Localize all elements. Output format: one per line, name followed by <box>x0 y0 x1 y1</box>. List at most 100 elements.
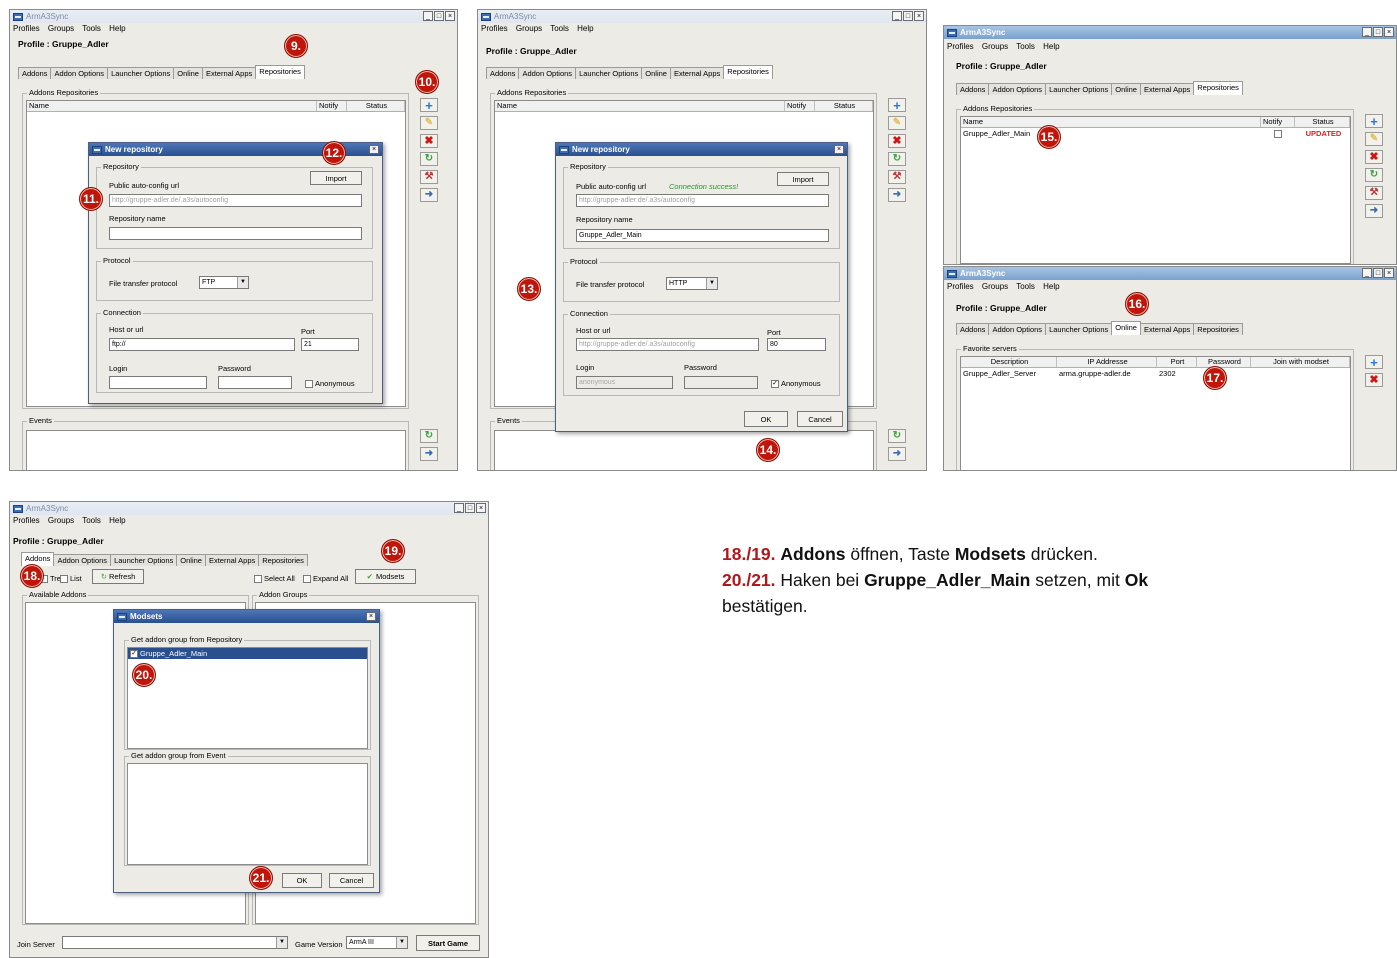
tab-external-apps[interactable]: External Apps <box>1139 323 1195 335</box>
upload-icon[interactable]: ➜ <box>1365 204 1383 218</box>
delete-icon[interactable]: ✖ <box>420 134 438 148</box>
menu-profiles[interactable]: Profiles <box>947 42 974 51</box>
tab-online[interactable]: Online <box>1111 83 1141 95</box>
login-field[interactable]: anonymous <box>576 376 673 389</box>
upload-icon[interactable]: ➜ <box>420 188 438 202</box>
dialog-close-icon[interactable]: × <box>366 612 376 621</box>
password-field[interactable] <box>684 376 758 389</box>
tab-addon-options[interactable]: Addon Options <box>50 67 109 79</box>
notify-checkbox[interactable] <box>1274 130 1282 139</box>
menu-profiles[interactable]: Profiles <box>947 282 974 291</box>
modsets-cancel-button[interactable]: Cancel <box>329 873 374 888</box>
edit-icon[interactable]: ✎ <box>420 116 438 130</box>
menu-profiles[interactable]: Profiles <box>13 516 40 525</box>
col-notify[interactable]: Notify <box>1261 117 1295 127</box>
tab-addon-options[interactable]: Addon Options <box>518 67 577 79</box>
tab-external-apps[interactable]: External Apps <box>201 67 257 79</box>
list-item[interactable]: ✓ Gruppe_Adler_Main <box>128 648 367 659</box>
title-bar[interactable]: ArmA3Sync _ □ × <box>10 10 457 23</box>
table-row[interactable]: Gruppe_Adler_Main UPDATED <box>961 128 1350 139</box>
events-upload-icon[interactable]: ➜ <box>420 447 438 461</box>
sync-icon[interactable]: ↻ <box>888 152 906 166</box>
protocol-select[interactable]: HTTP ▼ <box>666 277 718 290</box>
tab-addons[interactable]: Addons <box>956 323 990 335</box>
title-bar[interactable]: ArmA3Sync _ □ × <box>10 502 488 515</box>
menu-help[interactable]: Help <box>109 24 125 33</box>
tab-repositories[interactable]: Repositories <box>1193 323 1243 335</box>
select-all-option[interactable]: Select All <box>254 574 295 584</box>
modsets-ok-button[interactable]: OK <box>282 873 322 888</box>
dialog-title-bar[interactable]: New repository <box>556 143 847 156</box>
menu-help[interactable]: Help <box>1043 282 1059 291</box>
tab-addon-options[interactable]: Addon Options <box>53 554 112 566</box>
maximize-icon[interactable]: □ <box>1373 27 1383 37</box>
url-field[interactable]: http://gruppe-adler.de/.a3s/autoconfig <box>576 194 829 207</box>
tab-addons[interactable]: Addons <box>18 67 52 79</box>
tab-online[interactable]: Online <box>176 554 206 566</box>
tools-icon[interactable]: ⚒ <box>420 170 438 184</box>
table-row[interactable]: Gruppe_Adler_Server arma.gruppe-adler.de… <box>961 368 1350 379</box>
repo-name-field[interactable] <box>109 227 362 240</box>
col-port[interactable]: Port <box>1157 357 1197 367</box>
col-name[interactable]: Name <box>961 117 1261 127</box>
repo-addon-list[interactable]: ✓ Gruppe_Adler_Main <box>127 647 368 749</box>
game-version-select[interactable]: ArmA III ▼ <box>346 936 408 949</box>
dialog-close-icon[interactable]: × <box>834 145 844 154</box>
import-button[interactable]: Import <box>777 172 829 186</box>
col-name[interactable]: Name <box>27 101 317 111</box>
col-status[interactable]: Status <box>815 101 873 111</box>
tab-addon-options[interactable]: Addon Options <box>988 83 1047 95</box>
tab-addon-options[interactable]: Addon Options <box>988 323 1047 335</box>
menu-help[interactable]: Help <box>109 516 125 525</box>
delete-icon[interactable]: ✖ <box>888 134 906 148</box>
close-icon[interactable]: × <box>445 11 455 21</box>
modsets-title-bar[interactable]: Modsets <box>114 610 379 623</box>
tab-launcher-options[interactable]: Launcher Options <box>575 67 643 79</box>
event-addon-list[interactable] <box>127 763 368 865</box>
maximize-icon[interactable]: □ <box>465 503 475 513</box>
tools-icon[interactable]: ⚒ <box>1365 186 1383 200</box>
menu-groups[interactable]: Groups <box>48 24 74 33</box>
menu-groups[interactable]: Groups <box>982 42 1008 51</box>
menu-tools[interactable]: Tools <box>82 516 101 525</box>
modsets-button[interactable]: ✔ Modsets <box>355 569 416 584</box>
menu-help[interactable]: Help <box>1043 42 1059 51</box>
menu-profiles[interactable]: Profiles <box>481 24 508 33</box>
port-field[interactable]: 80 <box>767 338 826 351</box>
close-icon[interactable]: × <box>1384 268 1394 278</box>
list-option[interactable]: List <box>60 574 82 584</box>
minimize-icon[interactable]: _ <box>423 11 433 21</box>
maximize-icon[interactable]: □ <box>903 11 913 21</box>
expand-all-option[interactable]: Expand All <box>303 574 348 584</box>
menu-tools[interactable]: Tools <box>550 24 569 33</box>
start-game-button[interactable]: Start Game <box>416 935 480 951</box>
tab-repositories[interactable]: Repositories <box>723 65 773 79</box>
repositories-table[interactable]: Name Notify Status Gruppe_Adler_Main UPD… <box>960 116 1351 264</box>
url-field[interactable]: http://gruppe-adler.de/.a3s/autoconfig <box>109 194 362 207</box>
repo-item-checkbox[interactable]: ✓ <box>130 650 138 659</box>
cancel-button[interactable]: Cancel <box>797 411 843 427</box>
dialog-close-icon[interactable]: × <box>369 145 379 154</box>
title-bar[interactable]: ArmA3Sync _ □ × <box>944 267 1396 280</box>
tab-external-apps[interactable]: External Apps <box>669 67 725 79</box>
edit-icon[interactable]: ✎ <box>1365 132 1383 146</box>
tab-online[interactable]: Online <box>1111 321 1141 335</box>
refresh-button[interactable]: ↻ Refresh <box>92 569 144 584</box>
menu-profiles[interactable]: Profiles <box>13 24 40 33</box>
notify-cell[interactable] <box>1261 128 1295 139</box>
events-list[interactable] <box>26 430 406 470</box>
col-status[interactable]: Status <box>1295 117 1350 127</box>
col-password[interactable]: Password <box>1197 357 1251 367</box>
close-icon[interactable]: × <box>1384 27 1394 37</box>
close-icon[interactable]: × <box>914 11 924 21</box>
delete-icon[interactable]: ✖ <box>1365 150 1383 164</box>
col-name[interactable]: Name <box>495 101 785 111</box>
select-all-checkbox[interactable] <box>254 575 262 584</box>
anonymous-checkbox[interactable]: Anonymous <box>305 379 355 389</box>
menu-tools[interactable]: Tools <box>1016 42 1035 51</box>
menu-help[interactable]: Help <box>577 24 593 33</box>
close-icon[interactable]: × <box>476 503 486 513</box>
anonymous-box[interactable] <box>305 380 313 389</box>
maximize-icon[interactable]: □ <box>434 11 444 21</box>
delete-server-icon[interactable]: ✖ <box>1365 373 1383 387</box>
